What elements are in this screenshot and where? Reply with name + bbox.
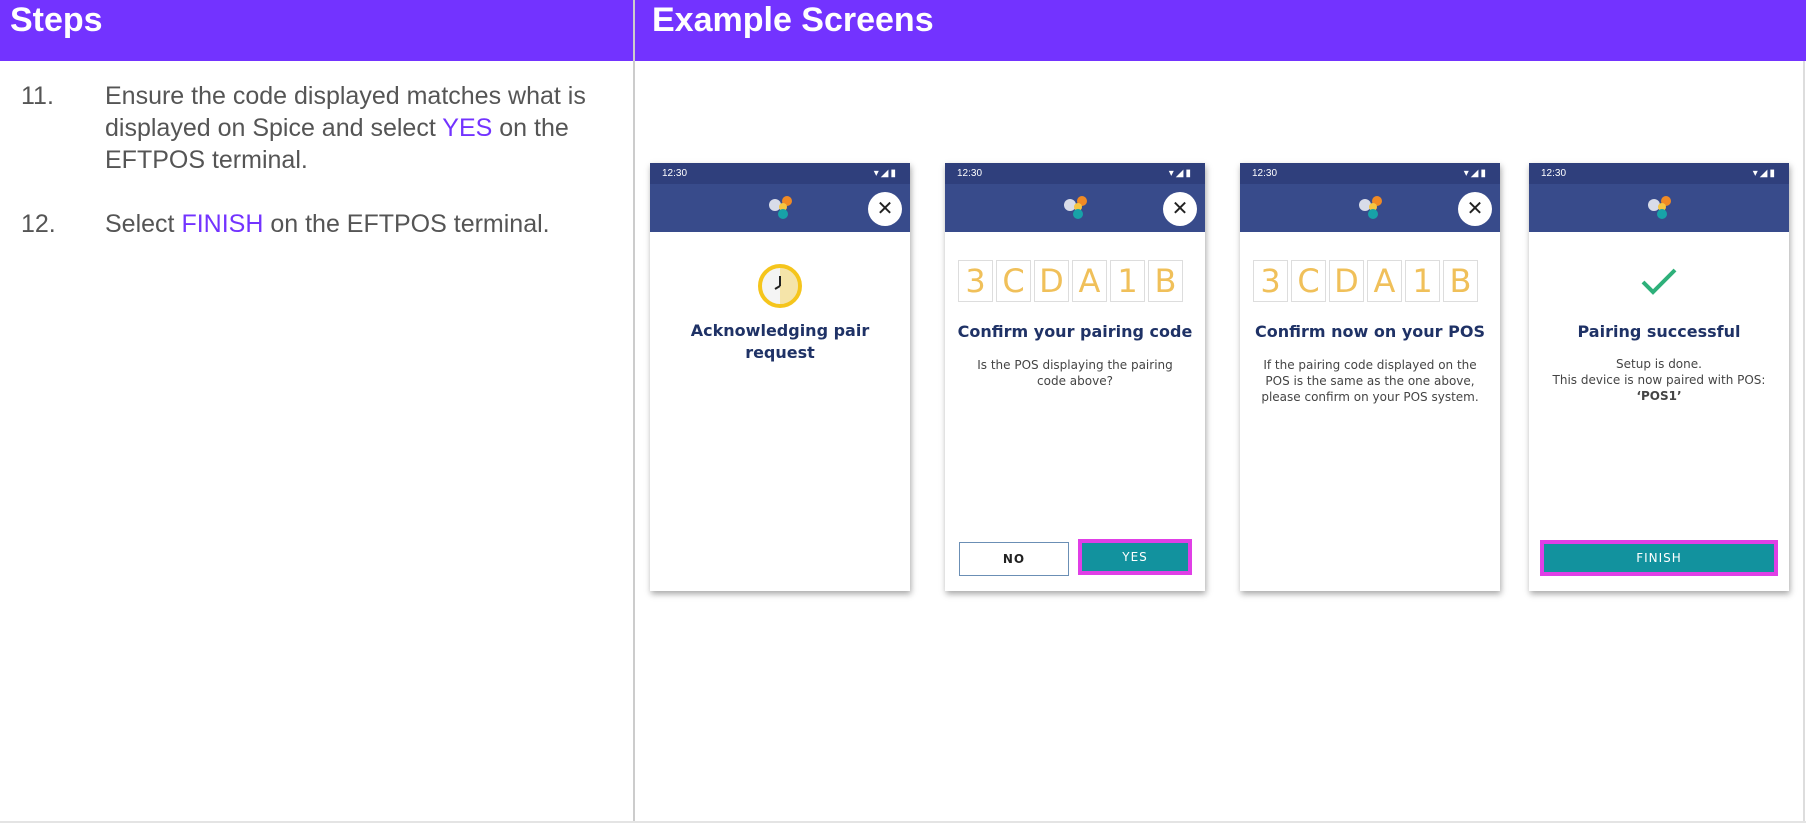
step-text: Ensure the code displayed matches what i… [105,80,605,176]
code-char: B [1148,260,1183,302]
code-char: A [1367,260,1402,302]
example-screens-header: Example Screens [635,0,1806,61]
app-bar: ✕ [650,184,910,232]
close-icon: ✕ [1466,198,1484,220]
screen-title: Acknowledging pair request [690,321,870,362]
screen-message: If the pairing code displayed on the POS… [1261,358,1479,404]
screen-acknowledging: 12:30 ▾◢▮ ✕ Acknowledging pair request [650,163,910,591]
app-logo-icon [1359,196,1382,219]
close-button[interactable]: ✕ [868,192,902,226]
screen-confirm-pos: 12:30 ▾◢▮ ✕ 3 C D A 1 B Confirm now on y… [1240,163,1500,591]
status-icons: ▾◢▮ [1168,168,1193,179]
status-icons: ▾◢▮ [873,168,898,179]
step-number: 12. [21,210,56,238]
screen-body: Acknowledging pair request [650,232,910,591]
screen-body: 3 C D A 1 B Confirm your pairing code Is… [945,232,1205,591]
app-bar: ✕ [945,184,1205,232]
code-char: 1 [1405,260,1440,302]
no-button[interactable]: NO [959,542,1069,576]
screen-message: Is the POS displaying the pairing code a… [977,358,1173,388]
code-char: 1 [1110,260,1145,302]
clock-icon [758,264,802,308]
status-bar: 12:30 ▾◢▮ [945,163,1205,184]
app-logo-icon [1064,196,1087,219]
yes-button[interactable]: YES [1078,539,1192,575]
status-icons: ▾◢▮ [1463,168,1488,179]
steps-header: Steps [0,0,633,61]
app-logo-icon [769,196,792,219]
close-button[interactable]: ✕ [1163,192,1197,226]
screen-title: Pairing successful [1577,322,1741,341]
screen-title: Confirm your pairing code [957,322,1193,341]
steps-header-title: Steps [10,1,103,39]
status-bar: 12:30 ▾◢▮ [650,163,910,184]
message-line: This device is now paired with POS: [1552,373,1766,387]
code-char: D [1034,260,1069,302]
status-time: 12:30 [662,168,688,179]
status-icons: ▾◢▮ [1752,168,1777,179]
step-text-pre: Select [105,210,182,238]
code-char: 3 [1253,260,1288,302]
steps-list: 11. Ensure the code displayed matches wh… [0,80,630,272]
step-12: 12. Select FINISH on the EFTPOS terminal… [0,208,630,240]
step-text: Select FINISH on the EFTPOS terminal. [105,208,605,240]
step-text-post: on the EFTPOS terminal. [263,210,550,238]
message-line: Setup is done. [1616,357,1702,371]
finish-button[interactable]: FINISH [1540,540,1778,576]
screen-body: 3 C D A 1 B Confirm now on your POS If t… [1240,232,1500,591]
pos-name: ‘POS1’ [1636,389,1682,403]
status-bar: 12:30 ▾◢▮ [1529,163,1789,184]
step-highlight-finish: FINISH [181,210,264,238]
close-icon: ✕ [1171,198,1189,220]
screen-title: Confirm now on your POS [1255,322,1485,341]
pairing-code: 3 C D A 1 B [958,260,1183,302]
app-bar: ✕ [1240,184,1500,232]
code-char: A [1072,260,1107,302]
pairing-code: 3 C D A 1 B [1253,260,1478,302]
code-char: C [1291,260,1326,302]
close-button[interactable]: ✕ [1458,192,1492,226]
checkmark-icon [1641,268,1677,295]
status-time: 12:30 [1252,168,1278,179]
code-char: D [1329,260,1364,302]
code-char: 3 [958,260,993,302]
screen-confirm-code: 12:30 ▾◢▮ ✕ 3 C D A 1 B Confirm your pai… [945,163,1205,591]
right-border [1803,61,1805,823]
close-icon: ✕ [876,198,894,220]
example-screens-header-title: Example Screens [652,1,934,39]
screen-pairing-successful: 12:30 ▾◢▮ Pairing successful Setup is do… [1529,163,1789,591]
status-time: 12:30 [957,168,983,179]
status-time: 12:30 [1541,168,1567,179]
status-bar: 12:30 ▾◢▮ [1240,163,1500,184]
app-bar [1529,184,1789,232]
step-11: 11. Ensure the code displayed matches wh… [0,80,630,176]
code-char: C [996,260,1031,302]
screen-message: Setup is done. This device is now paired… [1534,356,1784,404]
code-char: B [1443,260,1478,302]
step-highlight-yes: YES [442,114,493,142]
screen-body: Pairing successful Setup is done. This d… [1529,232,1789,591]
column-divider [633,0,635,823]
step-number: 11. [21,82,54,110]
app-logo-icon [1648,196,1671,219]
